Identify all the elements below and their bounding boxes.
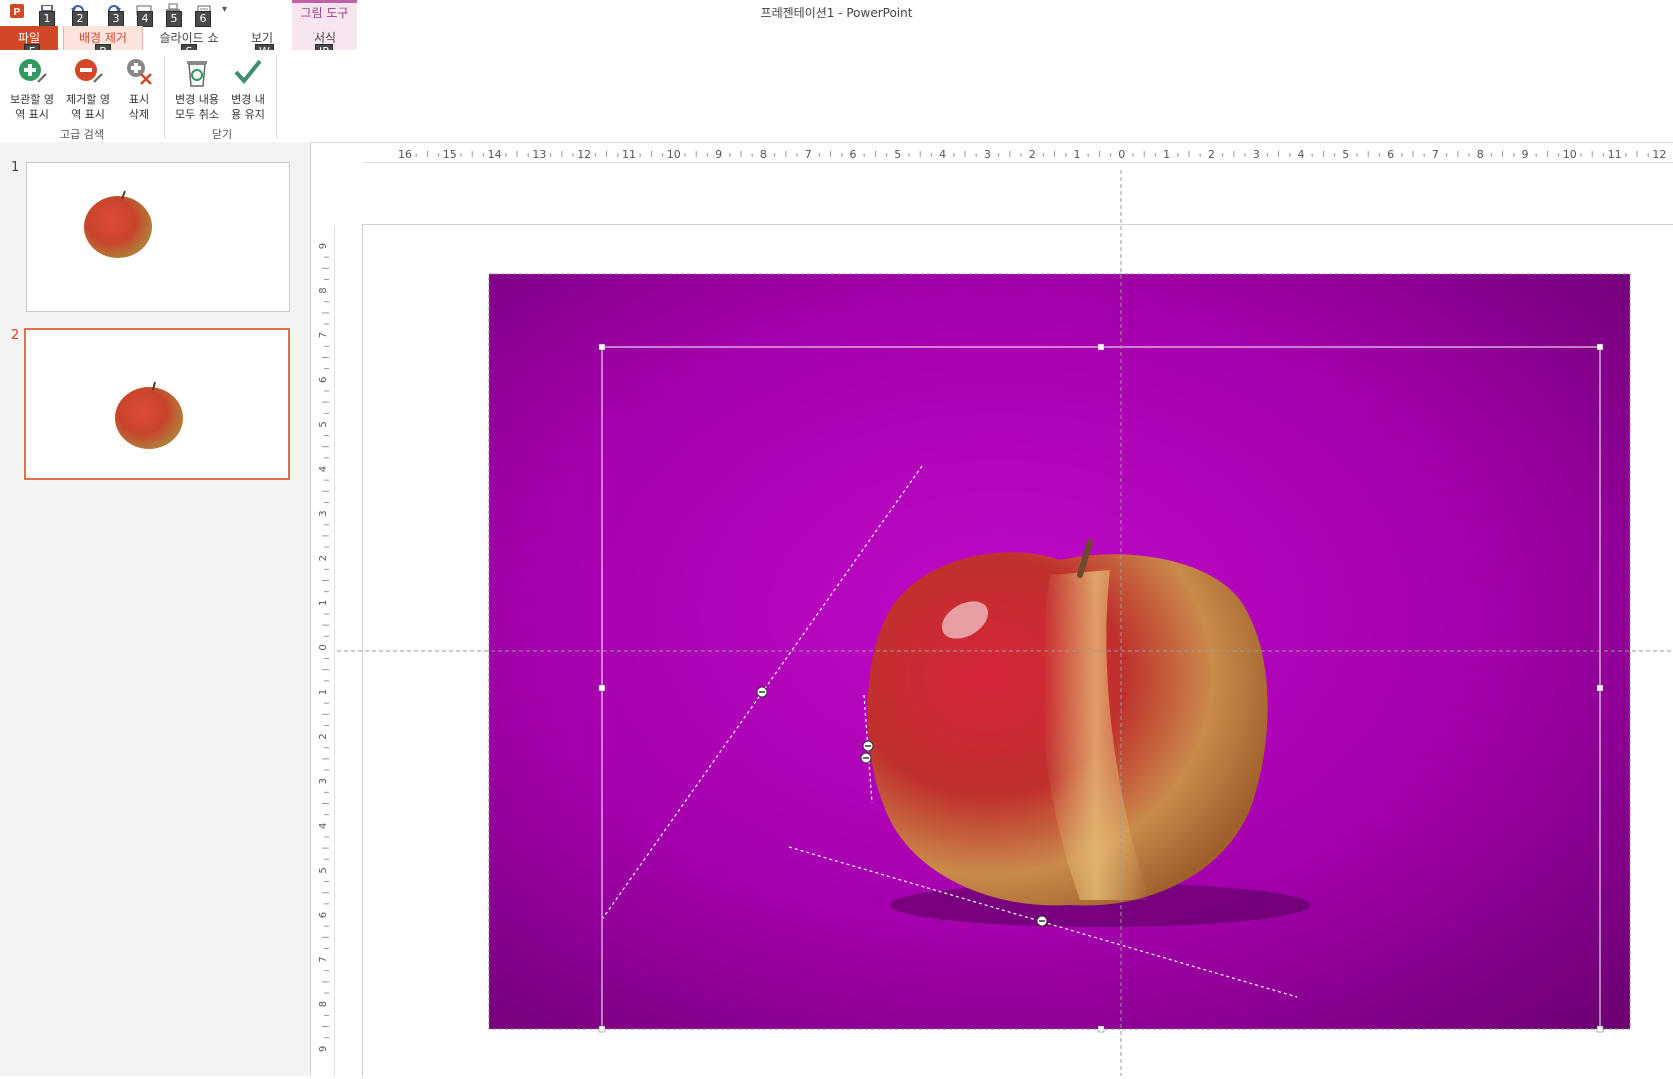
background-removal-overlay: [337, 170, 1673, 1076]
apple-image: [867, 539, 1268, 906]
